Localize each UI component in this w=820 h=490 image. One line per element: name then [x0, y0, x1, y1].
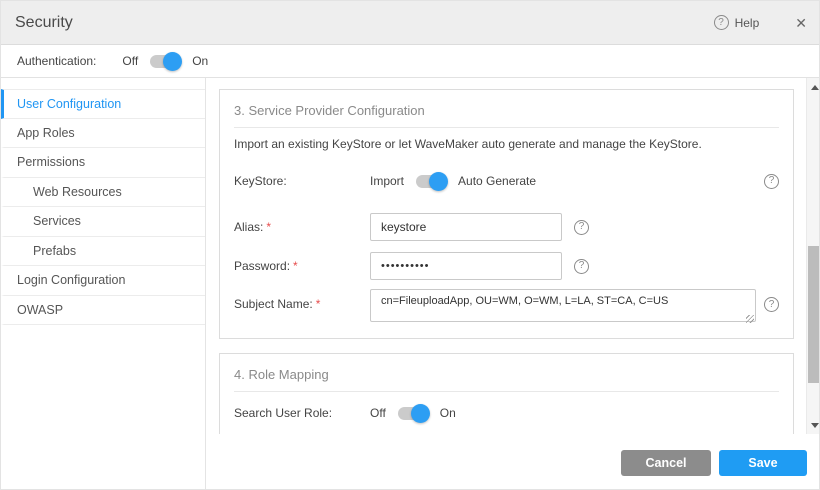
security-dialog: Security ? Help ✕ Authentication: Off On… [0, 0, 820, 490]
authentication-on-label: On [192, 54, 208, 68]
authentication-label: Authentication: [17, 54, 96, 68]
authentication-toggle[interactable] [150, 55, 180, 68]
authentication-off-label: Off [122, 54, 138, 68]
sidebar-item-owasp[interactable]: OWASP [1, 296, 205, 326]
sidebar-item-web-resources[interactable]: Web Resources [1, 178, 205, 208]
section-description: Import an existing KeyStore or let WaveM… [234, 137, 779, 151]
section-title: 3. Service Provider Configuration [234, 103, 779, 118]
save-button[interactable]: Save [719, 450, 807, 476]
keystore-label: KeyStore: [234, 174, 370, 188]
scroll-down-arrow[interactable] [807, 418, 820, 432]
required-marker: * [293, 259, 298, 273]
search-user-role-row: Search User Role: Off On [234, 406, 779, 420]
search-user-role-toggle[interactable] [398, 407, 428, 420]
keystore-import-label: Import [370, 174, 404, 188]
help-icon: ? [714, 15, 729, 30]
section-divider [234, 127, 779, 128]
help-label: Help [735, 16, 760, 30]
dialog-header: Security ? Help ✕ [1, 1, 820, 45]
scroll-area: 3. Service Provider Configuration Import… [206, 78, 806, 434]
section-title: 4. Role Mapping [234, 367, 779, 382]
scroll-up-arrow[interactable] [807, 80, 820, 94]
toggle-knob [163, 52, 182, 71]
main-panel: 3. Service Provider Configuration Import… [206, 78, 820, 490]
keystore-toggle[interactable] [416, 175, 446, 188]
password-input[interactable] [370, 252, 562, 280]
alias-label: Alias:* [234, 220, 370, 234]
password-help-icon[interactable]: ? [574, 259, 589, 274]
password-row: Password:* ? [234, 252, 779, 280]
sidebar-item-permissions[interactable]: Permissions [1, 148, 205, 178]
search-user-role-toggle-group: Off On [370, 406, 456, 420]
sidebar-item-prefabs[interactable]: Prefabs [1, 237, 205, 267]
help-button[interactable]: ? Help [714, 15, 760, 30]
sidebar-item-app-roles[interactable]: App Roles [1, 119, 205, 149]
vertical-scrollbar[interactable] [806, 78, 820, 434]
sidebar-item-user-configuration[interactable]: User Configuration [1, 89, 205, 119]
required-marker: * [266, 220, 271, 234]
footer-actions: Cancel Save [206, 434, 820, 490]
cancel-button[interactable]: Cancel [621, 450, 711, 476]
search-user-role-on-label: On [440, 406, 456, 420]
required-marker: * [316, 297, 321, 311]
sidebar-item-login-configuration[interactable]: Login Configuration [1, 266, 205, 296]
search-user-role-label: Search User Role: [234, 406, 370, 420]
triangle-down-icon [811, 423, 819, 428]
password-label: Password:* [234, 259, 370, 273]
keystore-toggle-group: Import Auto Generate [370, 174, 536, 188]
subject-name-field-wrap: cn=FileuploadApp, OU=WM, O=WM, L=LA, ST=… [370, 289, 756, 327]
alias-row: Alias:* ? [234, 213, 779, 241]
sidebar: User Configuration App Roles Permissions… [1, 78, 206, 490]
section-divider [234, 391, 779, 392]
page-title: Security [15, 14, 73, 32]
toggle-knob [429, 172, 448, 191]
role-mapping-section: 4. Role Mapping Search User Role: Off On [219, 353, 794, 434]
subject-name-help-icon[interactable]: ? [764, 297, 779, 312]
triangle-up-icon [811, 85, 819, 90]
scrollbar-thumb[interactable] [808, 246, 820, 383]
subject-name-textarea[interactable]: cn=FileuploadApp, OU=WM, O=WM, L=LA, ST=… [370, 289, 756, 322]
close-icon[interactable]: ✕ [795, 16, 807, 30]
sidebar-item-services[interactable]: Services [1, 207, 205, 237]
toggle-knob [411, 404, 430, 423]
search-user-role-off-label: Off [370, 406, 386, 420]
keystore-help-icon[interactable]: ? [764, 174, 779, 189]
service-provider-configuration-section: 3. Service Provider Configuration Import… [219, 89, 794, 339]
alias-help-icon[interactable]: ? [574, 220, 589, 235]
authentication-row: Authentication: Off On [1, 45, 820, 78]
alias-input[interactable] [370, 213, 562, 241]
subject-name-row: Subject Name:* cn=FileuploadApp, OU=WM, … [234, 289, 779, 327]
keystore-auto-generate-label: Auto Generate [458, 174, 536, 188]
keystore-row: KeyStore: Import Auto Generate ? [234, 171, 779, 191]
subject-name-label: Subject Name:* [234, 297, 370, 311]
